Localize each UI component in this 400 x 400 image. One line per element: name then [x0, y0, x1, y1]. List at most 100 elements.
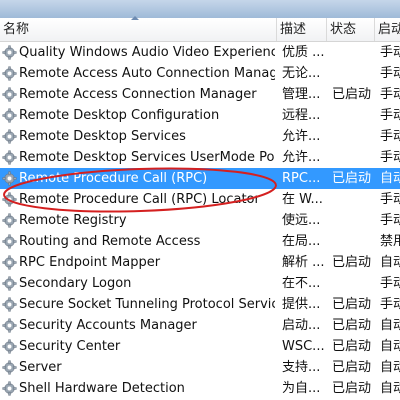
service-name: Remote Desktop Configuration [19, 108, 220, 123]
service-status: 已启动 [332, 381, 372, 396]
services-list: Quality Windows Audio Video Experience 优质… [0, 42, 400, 399]
service-name: Security Accounts Manager [19, 318, 197, 333]
service-description: 解析 ... [282, 255, 324, 270]
service-startup-type: 手动 [380, 108, 400, 123]
service-status: 已启动 [332, 339, 372, 354]
gear-icon [2, 126, 18, 147]
service-name: Remote Procedure Call (RPC) Locator [19, 192, 260, 207]
column-header-name[interactable]: 名称 [0, 18, 277, 41]
service-name: RPC Endpoint Mapper [19, 255, 161, 270]
service-name: Remote Access Auto Connection Manager [19, 66, 275, 81]
service-row[interactable]: Remote Procedure Call (RPC) Locator 在 W..… [0, 189, 400, 210]
service-row[interactable]: Remote Desktop Services UserMode Port ..… [0, 147, 400, 168]
service-status [332, 126, 374, 147]
service-name: Remote Procedure Call (RPC) [19, 171, 208, 186]
gear-icon [2, 252, 18, 273]
gear-icon [2, 105, 18, 126]
gear-icon [2, 273, 18, 294]
service-status: 已启动 [332, 360, 372, 375]
service-status [332, 42, 374, 63]
service-startup-type: 手动 [380, 45, 400, 60]
window-top-strip [0, 0, 400, 18]
service-description: 允许... [282, 129, 321, 144]
gear-icon [2, 42, 18, 63]
gear-icon [2, 231, 18, 252]
service-status [332, 147, 374, 168]
gear-icon [2, 336, 18, 357]
services-window: 名称 描述 状态 启动 Quality Windows Audio Video … [0, 0, 400, 400]
service-startup-type: 手动 [380, 297, 400, 312]
service-description: 在不... [282, 276, 321, 291]
service-name: Secure Socket Tunneling Protocol Service [19, 297, 275, 312]
gear-icon [2, 147, 18, 168]
service-description: 管理... [282, 87, 321, 102]
gear-icon [2, 63, 18, 84]
service-name: Quality Windows Audio Video Experience [19, 45, 275, 60]
service-row[interactable]: Remote Desktop Configuration 远程... 手动 [0, 105, 400, 126]
service-name: Shell Hardware Detection [19, 381, 185, 396]
service-row[interactable]: Remote Procedure Call (RPC) RPC... 已启动 自动 [0, 168, 400, 189]
service-row[interactable]: Remote Registry 使远... 手动 [0, 210, 400, 231]
service-startup-type: 自动 [380, 255, 400, 270]
service-description: 支持... [282, 360, 321, 375]
service-startup-type: 自动 [380, 318, 400, 333]
column-header: 名称 描述 状态 启动 [0, 16, 400, 42]
service-description: 在局... [282, 234, 321, 249]
service-name: Remote Desktop Services [19, 129, 186, 144]
service-status: 已启动 [332, 171, 372, 186]
service-name: Routing and Remote Access [19, 234, 201, 249]
service-startup-type: 自动 [380, 360, 400, 375]
service-row[interactable]: Secondary Logon 在不... 手动 [0, 273, 400, 294]
gear-icon [2, 168, 18, 189]
gear-icon [2, 378, 18, 399]
service-status [332, 63, 374, 84]
service-row[interactable]: Routing and Remote Access 在局... 禁用 [0, 231, 400, 252]
service-description: WSC... [282, 339, 324, 354]
service-row[interactable]: Server 支持... 已启动 自动 [0, 357, 400, 378]
service-description: 使远... [282, 213, 321, 228]
service-name: Security Center [19, 339, 121, 354]
service-name: Remote Desktop Services UserMode Port ..… [19, 150, 275, 165]
service-row[interactable]: Security Center WSC... 已启动 自动 [0, 336, 400, 357]
service-status [332, 273, 374, 294]
service-startup-type: 禁用 [380, 234, 400, 249]
column-header-description[interactable]: 描述 [277, 18, 327, 41]
service-description: 为自... [282, 381, 321, 396]
service-row[interactable]: Remote Access Connection Manager 管理... 已启动… [0, 84, 400, 105]
gear-icon [2, 315, 18, 336]
service-status: 已启动 [332, 297, 372, 312]
service-startup-type: 手动 [380, 213, 400, 228]
service-description: 提供... [282, 297, 321, 312]
service-startup-type: 手动 [380, 129, 400, 144]
service-description: 远程... [282, 108, 321, 123]
service-status: 已启动 [332, 255, 372, 270]
service-startup-type: 手动 [380, 66, 400, 81]
service-row[interactable]: Remote Access Auto Connection Manager 无论.… [0, 63, 400, 84]
service-startup-type: 自动 [380, 381, 400, 396]
service-startup-type: 自动 [380, 339, 400, 354]
service-startup-type: 手动 [380, 150, 400, 165]
column-header-startup[interactable]: 启动 [375, 18, 400, 41]
service-name: Remote Access Connection Manager [19, 87, 257, 102]
service-row[interactable]: Quality Windows Audio Video Experience 优质… [0, 42, 400, 63]
service-row[interactable]: Security Accounts Manager 启动... 已启动 自动 [0, 315, 400, 336]
service-description: 优质 ... [282, 45, 324, 60]
service-description: 在 W... [282, 192, 323, 207]
gear-icon [2, 357, 18, 378]
service-row[interactable]: Shell Hardware Detection 为自... 已启动 自动 [0, 378, 400, 399]
gear-icon [2, 84, 18, 105]
service-name: Remote Registry [19, 213, 127, 228]
service-row[interactable]: Secure Socket Tunneling Protocol Service… [0, 294, 400, 315]
service-status: 已启动 [332, 318, 372, 333]
service-row[interactable]: Remote Desktop Services 允许... 手动 [0, 126, 400, 147]
service-description: RPC... [282, 171, 321, 186]
gear-icon [2, 210, 18, 231]
column-header-status[interactable]: 状态 [327, 18, 375, 41]
service-status [332, 105, 374, 126]
service-description: 允许... [282, 150, 321, 165]
service-status [332, 189, 374, 210]
service-startup-type: 手动 [380, 87, 400, 102]
service-startup-type: 手动 [380, 276, 400, 291]
service-row[interactable]: RPC Endpoint Mapper 解析 ... 已启动 自动 [0, 252, 400, 273]
service-status [332, 231, 374, 252]
